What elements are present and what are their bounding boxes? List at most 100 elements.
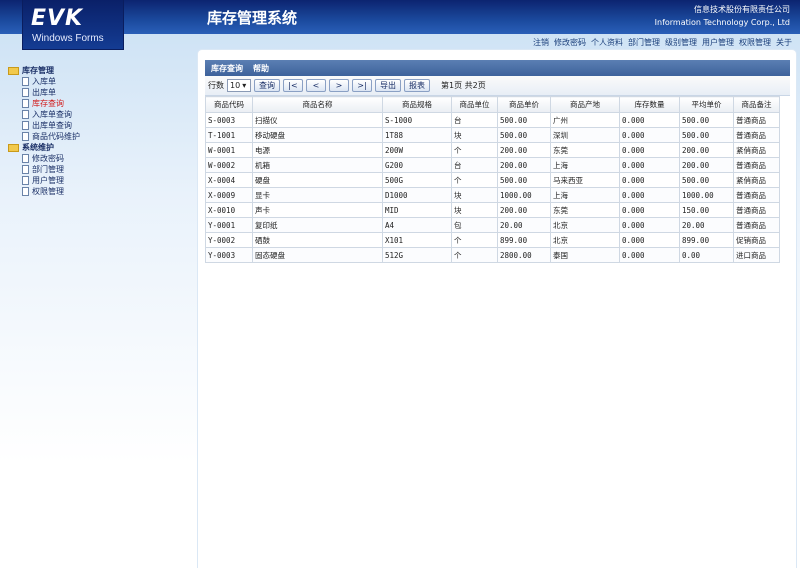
nav-users[interactable]: 用户管理 [702, 37, 734, 48]
tree-group-inventory[interactable]: 库存管理 [8, 65, 80, 76]
tree-item-department[interactable]: 部门管理 [8, 164, 80, 175]
table-cell: 500.00 [679, 127, 734, 143]
nav-change-password[interactable]: 修改密码 [554, 37, 586, 48]
tree-group-system[interactable]: 系统维护 [8, 142, 80, 153]
col-header[interactable]: 商品规格 [382, 96, 452, 113]
table-cell: 500.00 [497, 127, 551, 143]
table-row[interactable]: X-0004 硬盘 500G 个 500.00 马来西亚 0.000 500.00 紧俏商品 [205, 172, 780, 188]
last-page-button[interactable]: >| [352, 79, 372, 92]
tab-stock-query[interactable]: 库存查询 [211, 63, 243, 74]
table-row[interactable]: X-0010 声卡 MID 块 200.00 东莞 0.000 150.00 普通商品 [205, 202, 780, 218]
nav-permissions[interactable]: 权限管理 [739, 37, 771, 48]
table-cell: 200.00 [679, 142, 734, 158]
table-cell: 扫描仪 [252, 112, 383, 128]
table-cell: S-0003 [205, 112, 253, 128]
logo-mark: EVK [31, 6, 84, 31]
table-cell: 0.00 [679, 247, 734, 263]
table-cell: W-0001 [205, 142, 253, 158]
col-header[interactable]: 商品备注 [733, 96, 780, 113]
table-row[interactable]: W-0001 电源 200W 个 200.00 东莞 0.000 200.00 紧俏商品 [205, 142, 780, 158]
tree-item-change-password[interactable]: 修改密码 [8, 153, 80, 164]
table-cell: 普通商品 [733, 157, 780, 173]
table-cell: 台 [451, 112, 498, 128]
table-cell: 机箱 [252, 157, 383, 173]
system-title: 库存管理系统 [207, 9, 298, 27]
table-cell: 上海 [550, 157, 620, 173]
tree-item-inbound-query[interactable]: 入库单查询 [8, 109, 80, 120]
table-cell: 上海 [550, 187, 620, 203]
rows-select[interactable]: 10 ▾ [227, 79, 251, 92]
table-row[interactable]: S-0003 扫描仪 S-1000 台 500.00 广州 0.000 500.00 普通商品 [205, 112, 780, 128]
folder-icon [8, 143, 19, 152]
tree-item-users[interactable]: 用户管理 [8, 175, 80, 186]
query-button[interactable]: 查询 [254, 79, 280, 92]
table-cell: 电源 [252, 142, 383, 158]
col-header[interactable]: 平均单价 [679, 96, 734, 113]
table-cell: 0.000 [619, 217, 680, 233]
page-icon [22, 110, 29, 119]
table-cell: T-1001 [205, 127, 253, 143]
tree-item-stock-query[interactable]: 库存查询 [8, 98, 80, 109]
page-icon [22, 154, 29, 163]
col-header[interactable]: 商品代码 [205, 96, 253, 113]
col-header[interactable]: 商品单价 [497, 96, 551, 113]
nav-level[interactable]: 级别管理 [665, 37, 697, 48]
table-cell: X101 [382, 232, 452, 248]
col-header[interactable]: 库存数量 [619, 96, 680, 113]
export-button[interactable]: 导出 [375, 79, 401, 92]
table-cell: 899.00 [497, 232, 551, 248]
table-cell: 个 [451, 247, 498, 263]
panel-title-bar: 库存查询 帮助 [205, 60, 790, 76]
table-cell: 硬盘 [252, 172, 383, 188]
table-row[interactable]: X-0009 显卡 D1000 块 1000.00 上海 0.000 1000.00 普通商品 [205, 187, 780, 203]
table-cell: X-0009 [205, 187, 253, 203]
next-page-button[interactable]: > [329, 79, 349, 92]
table-cell: X-0010 [205, 202, 253, 218]
tree-item-inbound[interactable]: 入库单 [8, 76, 80, 87]
tree-item-permissions[interactable]: 权限管理 [8, 186, 80, 197]
table-cell: 块 [451, 202, 498, 218]
tree-item-label: 入库单 [32, 77, 56, 86]
table-cell: 普通商品 [733, 112, 780, 128]
page-icon [22, 99, 29, 108]
table-row[interactable]: Y-0003 固态硬盘 512G 个 2800.00 泰国 0.000 0.00 进口商品 [205, 247, 780, 263]
table-cell: 0.000 [619, 127, 680, 143]
table-cell: 块 [451, 187, 498, 203]
stock-table: 商品代码 商品名称 商品规格 商品单位 商品单价 商品产地 库存数量 平均单价 … [205, 96, 780, 263]
col-header[interactable]: 商品单位 [451, 96, 498, 113]
table-cell: 块 [451, 127, 498, 143]
col-header[interactable]: 商品产地 [550, 96, 620, 113]
table-cell: 进口商品 [733, 247, 780, 263]
table-cell: Y-0002 [205, 232, 253, 248]
table-cell: G200 [382, 157, 452, 173]
table-cell: 东莞 [550, 202, 620, 218]
table-cell: 200W [382, 142, 452, 158]
tree-item-outbound-query[interactable]: 出库单查询 [8, 120, 80, 131]
toolbar: 行数 10 ▾ 查询 |< < > >| 导出 报表 第1页 共2页 [205, 76, 790, 96]
nav-profile[interactable]: 个人资料 [591, 37, 623, 48]
report-button[interactable]: 报表 [404, 79, 430, 92]
col-header[interactable]: 商品名称 [252, 96, 383, 113]
tree-item-label: 出库单 [32, 88, 56, 97]
table-cell: 普通商品 [733, 127, 780, 143]
page-icon [22, 187, 29, 196]
table-cell: X-0004 [205, 172, 253, 188]
tree-item-outbound[interactable]: 出库单 [8, 87, 80, 98]
table-row[interactable]: Y-0001 复印纸 A4 包 20.00 北京 0.000 20.00 普通商品 [205, 217, 780, 233]
tree-item-product-code[interactable]: 商品代码维护 [8, 131, 80, 142]
table-cell: 0.000 [619, 112, 680, 128]
tab-help[interactable]: 帮助 [253, 63, 269, 74]
nav-logout[interactable]: 注销 [533, 37, 549, 48]
table-cell: S-1000 [382, 112, 452, 128]
table-row[interactable]: Y-0002 硒鼓 X101 个 899.00 北京 0.000 899.00 促销商品 [205, 232, 780, 248]
first-page-button[interactable]: |< [283, 79, 303, 92]
table-cell: 512G [382, 247, 452, 263]
table-cell: 1000.00 [679, 187, 734, 203]
table-row[interactable]: W-0002 机箱 G200 台 200.00 上海 0.000 200.00 普通商品 [205, 157, 780, 173]
tree-item-label: 修改密码 [32, 154, 64, 163]
tree-item-label: 权限管理 [32, 187, 64, 196]
table-row[interactable]: T-1001 移动硬盘 1T88 块 500.00 深圳 0.000 500.00 普通商品 [205, 127, 780, 143]
prev-page-button[interactable]: < [306, 79, 326, 92]
nav-department[interactable]: 部门管理 [628, 37, 660, 48]
nav-about[interactable]: 关于 [776, 37, 792, 48]
